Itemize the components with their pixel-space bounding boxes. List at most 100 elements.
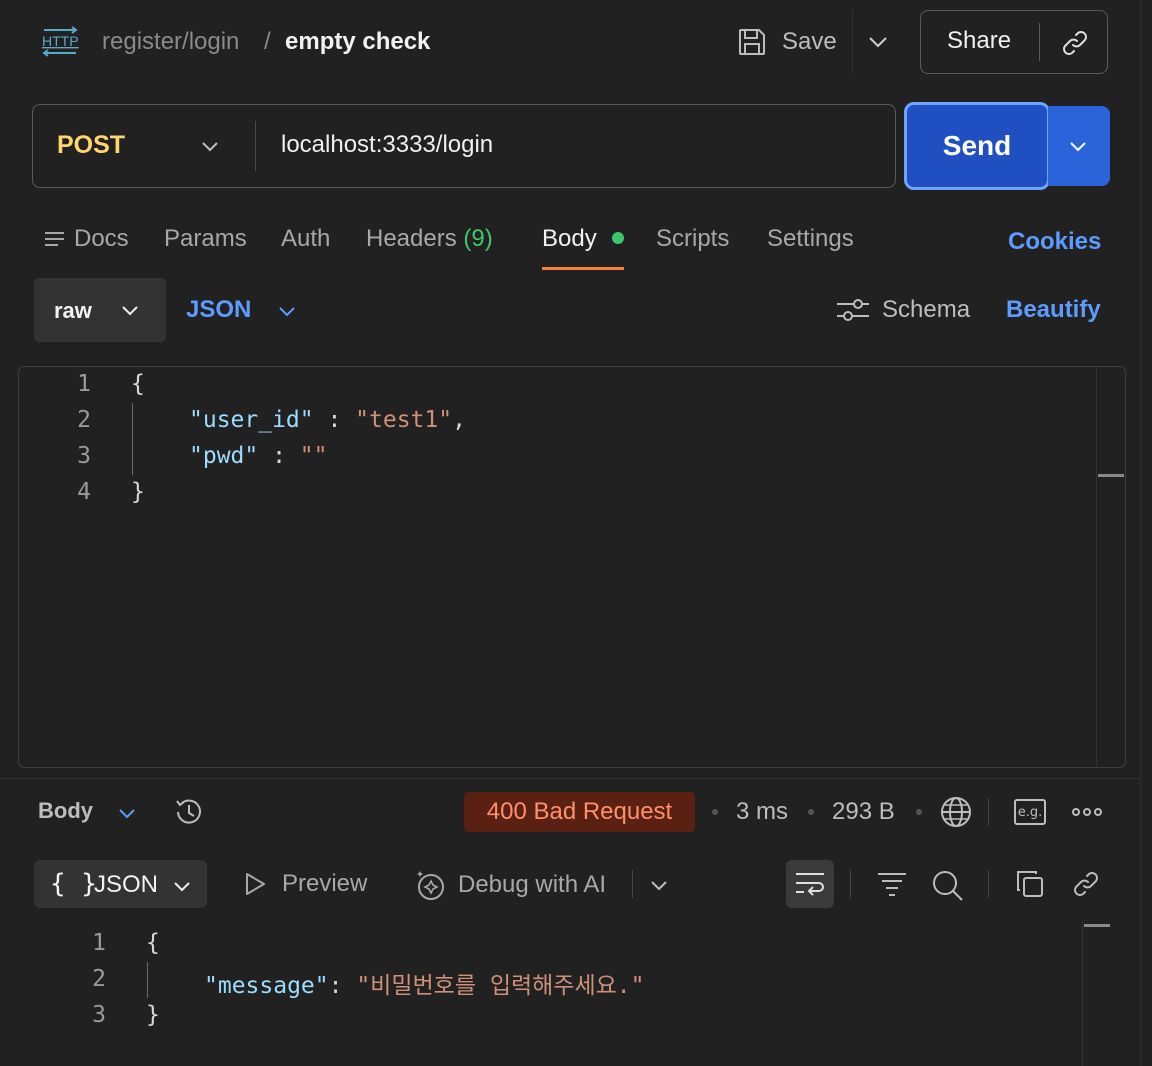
docs-icon (44, 230, 66, 250)
filter-icon[interactable] (876, 868, 908, 900)
line-number: 1 (92, 930, 106, 956)
code-token: } (131, 479, 145, 505)
divider (632, 870, 633, 898)
code-line: "pwd" : "" (189, 443, 328, 469)
http-icon: HTTP (40, 26, 80, 58)
url-input[interactable]: localhost:3333/login (281, 131, 493, 159)
copy-icon[interactable] (1014, 868, 1046, 900)
tab-auth[interactable]: Auth (281, 224, 330, 254)
editor-scrollbar[interactable] (1096, 368, 1097, 766)
line-number: 4 (77, 479, 91, 505)
json-string: "비밀번호를 입력해주세요." (356, 973, 645, 999)
play-icon (242, 871, 268, 897)
tab-headers-label: Headers (366, 225, 457, 252)
breadcrumb-collection[interactable]: register/login (102, 27, 239, 57)
schema-button[interactable]: Schema (836, 296, 970, 324)
chevron-down-icon[interactable] (648, 874, 670, 896)
code-token: } (146, 1002, 160, 1028)
json-string: "test1" (355, 407, 453, 433)
link-icon[interactable] (1070, 868, 1102, 900)
line-number: 3 (77, 443, 91, 469)
body-indicator-dot (612, 232, 624, 244)
preview-label: Preview (282, 870, 368, 897)
beautify-button[interactable]: Beautify (1006, 296, 1101, 324)
chevron-down-icon[interactable] (116, 802, 138, 824)
status-badge[interactable]: 400 Bad Request (464, 792, 695, 832)
share-label: Share (947, 27, 1012, 54)
tab-body[interactable]: Body (542, 224, 597, 254)
editor-scroll-thumb[interactable] (1098, 474, 1124, 477)
save-button[interactable]: Save (736, 20, 837, 64)
body-mode-select[interactable]: raw (34, 278, 166, 342)
cookies-link[interactable]: Cookies (1008, 228, 1101, 256)
json-string: "" (299, 443, 328, 469)
response-view-select[interactable]: { } JSON (34, 860, 207, 908)
code-line: "message": "비밀번호를 입력해주세요." (204, 966, 644, 1000)
response-size[interactable]: 293 B (832, 798, 895, 826)
divider (988, 798, 989, 826)
tab-docs[interactable]: Docs (74, 224, 129, 254)
response-view-label: JSON (94, 871, 159, 898)
chevron-down-icon (120, 300, 140, 320)
share-button[interactable]: Share (920, 10, 1108, 74)
debug-label: Debug with AI (458, 871, 607, 898)
code-token: { (146, 930, 160, 956)
send-options-button[interactable] (1048, 106, 1110, 186)
ai-sparkle-icon (414, 868, 448, 902)
send-button[interactable]: Send (904, 102, 1050, 190)
response-scrollbar[interactable] (1082, 922, 1083, 1066)
line-number: 2 (92, 966, 106, 992)
history-icon[interactable] (172, 795, 206, 829)
separator-dot (808, 809, 814, 815)
sliders-icon (836, 296, 870, 324)
more-options-icon[interactable] (1072, 806, 1102, 818)
save-options-chevron-down-icon[interactable] (864, 30, 892, 54)
json-colon: : (313, 407, 356, 433)
divider (852, 10, 853, 74)
method-select[interactable]: POST (57, 131, 125, 160)
search-icon[interactable] (930, 868, 964, 902)
breadcrumb-separator: / (264, 28, 271, 55)
wrap-lines-button[interactable] (786, 860, 834, 908)
schema-label: Schema (882, 296, 971, 323)
save-as-example-icon[interactable]: e.g. (1014, 799, 1046, 825)
tab-headers[interactable]: Headers (9) (366, 224, 493, 254)
divider (1039, 23, 1040, 61)
debug-with-ai-button[interactable]: Debug with AI (414, 868, 606, 902)
response-body-viewer[interactable]: 1 2 3 { "message": "비밀번호를 입력해주세요." } (0, 924, 1080, 1066)
body-format-select[interactable]: JSON (186, 296, 251, 324)
svg-text:HTTP: HTTP (42, 33, 79, 49)
separator-dot (916, 809, 922, 815)
copy-link-icon[interactable] (1059, 27, 1091, 59)
tab-scripts[interactable]: Scripts (656, 224, 729, 254)
chevron-down-icon[interactable] (276, 300, 298, 322)
json-comma: , (452, 407, 466, 433)
headers-count-badge: (9) (463, 225, 493, 252)
save-icon (736, 26, 768, 58)
panel-border (1140, 0, 1141, 1066)
response-time[interactable]: 3 ms (736, 798, 788, 826)
active-tab-indicator (542, 267, 624, 270)
request-body-editor[interactable]: 1 2 3 4 { "user_id" : "test1", "pwd" : "… (18, 366, 1126, 768)
tab-params[interactable]: Params (164, 224, 247, 254)
pane-divider[interactable] (0, 778, 1140, 779)
json-key: "message" (204, 973, 329, 999)
response-section-select[interactable]: Body (38, 798, 93, 824)
globe-icon[interactable] (940, 796, 972, 828)
line-number: 1 (77, 371, 91, 397)
url-bar: POST localhost:3333/login (32, 104, 896, 188)
code-line: "user_id" : "test1", (189, 407, 466, 433)
braces-icon: { } (50, 869, 97, 899)
json-colon: : (258, 443, 300, 469)
request-name[interactable]: empty check (285, 27, 430, 57)
preview-button[interactable]: Preview (242, 870, 367, 898)
json-colon: : (328, 973, 357, 999)
separator-dot (712, 809, 718, 815)
tab-settings[interactable]: Settings (767, 224, 854, 254)
response-scroll-thumb[interactable] (1084, 924, 1110, 927)
code-token: { (131, 371, 145, 397)
line-number: 2 (77, 407, 91, 433)
save-label: Save (782, 28, 837, 55)
chevron-down-icon[interactable] (199, 135, 221, 157)
divider (850, 870, 851, 898)
